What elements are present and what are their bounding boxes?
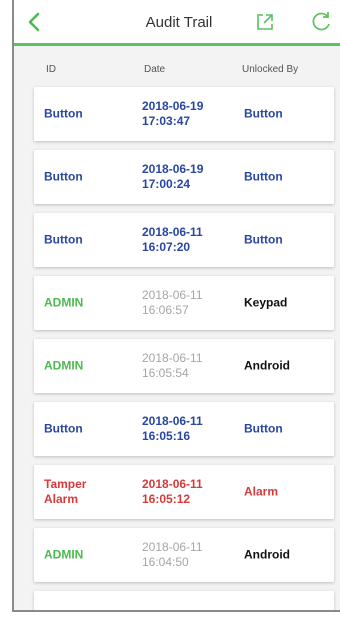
audit-row-datetime: 2018-06-11 16:07:20 — [142, 225, 234, 255]
audit-row-id: Button — [44, 106, 83, 121]
audit-row-date: 2018-06-19 — [142, 99, 204, 113]
refresh-icon — [312, 12, 330, 31]
audit-row-unlocked-by: Alarm — [244, 484, 279, 499]
audit-row[interactable]: Tamper Alarm 2018-06-11 16:05:12 Alarm — [34, 465, 334, 519]
audit-row-datetime: 2018-06-19 17:00:24 — [142, 162, 234, 192]
export-icon — [257, 14, 273, 30]
audit-row-date: 2018-06-11 — [142, 540, 203, 554]
audit-row-time: 16:04:50 — [142, 555, 189, 569]
top-bar: Audit Trail — [14, 0, 340, 46]
audit-row-unlocked-by: Keypad — [244, 295, 288, 310]
audit-row-date: 2018-06-19 — [142, 162, 204, 176]
audit-row-id: Button — [44, 232, 83, 247]
audit-row-unlocked-by: Android — [244, 547, 290, 562]
app-screen: Audit Trail ID Date Unlocked By Button 20… — [12, 0, 340, 612]
audit-row-datetime: 2018-06-11 16:05:54 — [142, 351, 234, 381]
audit-row-datetime: 2018-06-11 — [142, 611, 234, 613]
column-header-unlocked-by: Unlocked By — [242, 64, 299, 75]
chevron-left-icon — [28, 12, 40, 32]
audit-row-time: 16:05:12 — [142, 492, 191, 506]
audit-row-datetime: 2018-06-19 17:03:47 — [142, 99, 234, 129]
audit-row-unlocked-by: Button — [244, 106, 283, 121]
audit-row-id: ADMIN — [44, 358, 84, 373]
audit-row-id: Button — [44, 421, 83, 436]
page-title: Audit Trail — [145, 14, 213, 31]
audit-row-id: ADMIN — [44, 295, 84, 310]
audit-row[interactable]: Button 2018-06-11 16:05:16 Button — [34, 402, 334, 456]
audit-row[interactable]: ADMIN 2018-06-11 16:05:54 Android — [34, 339, 334, 393]
refresh-button[interactable] — [308, 9, 334, 35]
audit-row-time: 17:00:24 — [142, 177, 191, 191]
audit-row-datetime: 2018-06-11 16:05:16 — [142, 414, 234, 444]
audit-row[interactable]: Button 2018-06-11 16:07:20 Button — [34, 213, 334, 267]
audit-row[interactable]: Button 2018-06-19 17:00:24 Button — [34, 150, 334, 204]
audit-row-time: 16:06:57 — [142, 303, 189, 317]
audit-row-time: 16:05:54 — [142, 366, 189, 380]
column-headers: ID Date Unlocked By — [14, 58, 340, 82]
audit-row-date: 2018-06-11 — [142, 288, 203, 302]
audit-row-id: Tamper Alarm — [44, 477, 87, 506]
export-button[interactable] — [252, 9, 278, 35]
audit-list: Button 2018-06-19 17:03:47 Button Button 2018… — [34, 87, 334, 613]
audit-row-date: 2018-06-11 — [142, 351, 203, 365]
audit-row-datetime: 2018-06-11 16:05:12 — [142, 477, 234, 507]
audit-row-date: 2018-06-11 — [142, 611, 234, 613]
audit-row[interactable]: ADMIN 2018-06-11 16:06:57 Keypad — [34, 276, 334, 330]
back-button[interactable] — [22, 9, 46, 35]
audit-row-date: 2018-06-11 — [142, 477, 203, 491]
audit-row-unlocked-by: Button — [244, 232, 283, 247]
audit-row[interactable]: Button 2018-06-19 17:03:47 Button — [34, 87, 334, 141]
audit-row-date: 2018-06-11 — [142, 414, 203, 428]
audit-row[interactable]: ADMIN 2018-06-11 Keypad — [34, 591, 334, 613]
audit-row-unlocked-by: Button — [244, 421, 283, 436]
audit-row-id: ADMIN — [44, 611, 126, 613]
audit-row-datetime: 2018-06-11 16:06:57 — [142, 288, 234, 318]
audit-row[interactable]: ADMIN 2018-06-11 16:04:50 Android — [34, 528, 334, 582]
audit-row-date: 2018-06-11 — [142, 225, 203, 239]
audit-row-unlocked-by: Button — [244, 169, 283, 184]
audit-row-time: 16:05:16 — [142, 429, 191, 443]
audit-row-id: ADMIN — [44, 547, 84, 562]
audit-row-time: 17:03:47 — [142, 114, 191, 128]
audit-row-unlocked-by: Android — [244, 358, 290, 373]
audit-row-unlocked-by: Keypad — [244, 611, 328, 613]
audit-row-id: Button — [44, 169, 83, 184]
audit-row-datetime: 2018-06-11 16:04:50 — [142, 540, 234, 570]
audit-row-time: 16:07:20 — [142, 240, 191, 254]
column-header-id: ID — [46, 64, 56, 75]
column-header-date: Date — [144, 64, 166, 75]
